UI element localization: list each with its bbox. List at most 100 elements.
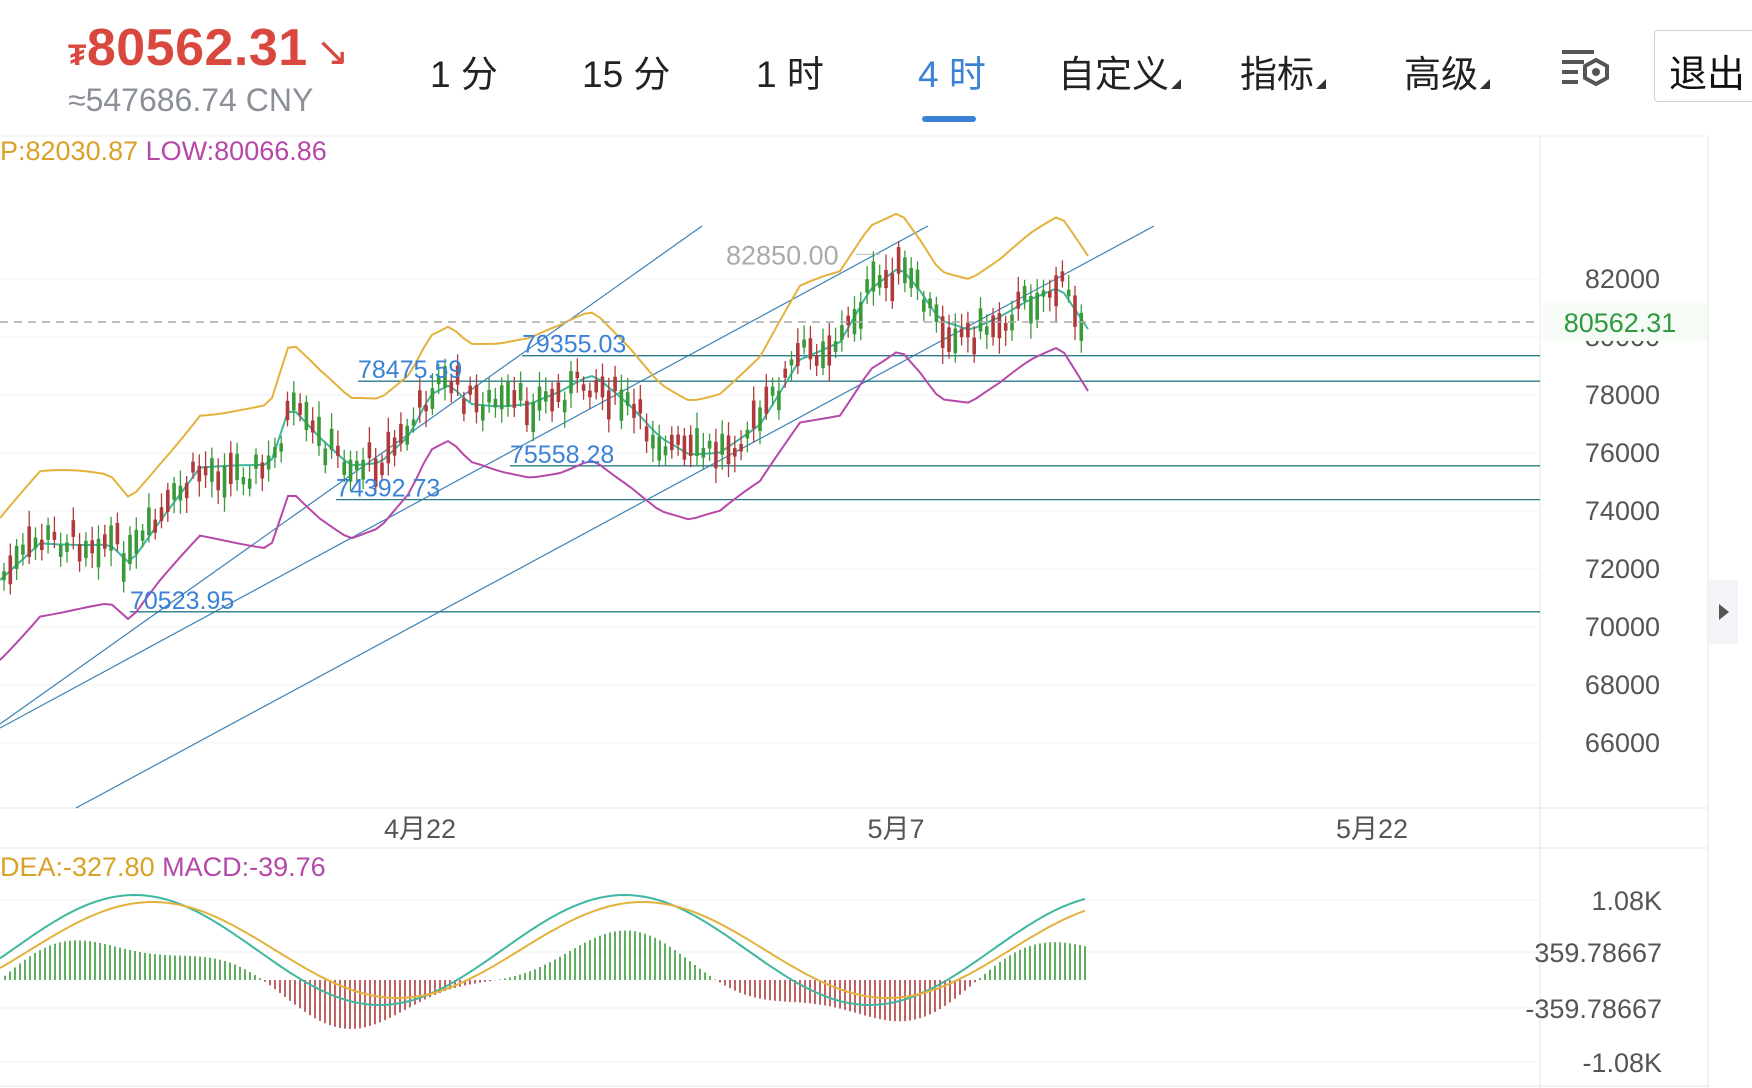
expand-panel-button[interactable] [1708, 580, 1738, 644]
ticker-header: ₮80562.31 ↘ ≈547686.74 CNY 1 分 15 分 1 时 4… [0, 0, 1752, 136]
tab-4h[interactable]: 4 时 [918, 44, 986, 98]
macd-values: DEA:-327.80 MACD:-39.76 [0, 852, 326, 882]
candle-body [953, 328, 958, 354]
last-price: ₮80562.31 ↘ [68, 19, 350, 77]
candle-body [1035, 292, 1039, 320]
candle-body [285, 400, 290, 421]
candle-body [770, 386, 775, 396]
candle-body [745, 429, 750, 439]
candle-body [884, 269, 888, 289]
candle-body [115, 522, 120, 545]
candle-body [191, 461, 195, 473]
candle-body [562, 399, 567, 413]
candle-body [33, 537, 38, 549]
price-value: 80562.31 [86, 19, 308, 77]
candle-body [140, 530, 145, 541]
y-tick-label: 82000 [1585, 264, 1660, 294]
candle-body [329, 428, 334, 451]
candle-body [670, 434, 674, 451]
tab-advanced[interactable]: 高级 [1404, 44, 1490, 98]
y-tick-label: 76000 [1585, 438, 1660, 468]
candle-body [298, 403, 302, 415]
macd-tick-label: 359.78667 [1534, 938, 1662, 968]
tab-custom[interactable]: 自定义 [1058, 44, 1181, 98]
candle-body [928, 298, 932, 309]
candle-body [827, 335, 832, 366]
candle-body [764, 386, 769, 414]
candle-body [707, 440, 712, 449]
candle-body [531, 401, 535, 433]
candle-body [985, 326, 989, 335]
dropdown-caret-icon [1316, 79, 1326, 89]
level-label: 75558.28 [510, 441, 614, 469]
candle-body [197, 465, 202, 482]
candle-body [405, 425, 409, 445]
candle-body [802, 339, 806, 348]
y-tick-label: 72000 [1585, 554, 1660, 584]
trend-down-icon: ↘ [315, 30, 350, 74]
candle-body [103, 534, 107, 549]
candle-body [216, 471, 220, 491]
candle-body [1022, 285, 1027, 302]
candle-body [14, 545, 19, 569]
chevron-right-icon [1719, 604, 1729, 620]
tab-1m[interactable]: 1 分 [430, 44, 498, 98]
exit-button[interactable]: 退出 [1654, 30, 1752, 102]
candle-body [814, 355, 819, 366]
candle-body [909, 268, 913, 289]
tab-1h[interactable]: 1 时 [756, 44, 824, 98]
candle-body [468, 385, 472, 395]
candle-body [90, 540, 94, 554]
upper-band-line [0, 212, 1089, 519]
candle-body [512, 390, 517, 408]
level-label: 74392.73 [336, 475, 440, 503]
candle-body [203, 466, 208, 476]
candle-body [544, 391, 548, 402]
candle-body [380, 462, 384, 476]
candle-body [134, 529, 139, 554]
candle-body [241, 477, 246, 485]
x-tick-label: 5月22 [1336, 814, 1408, 844]
candle-body [651, 434, 655, 449]
candle-body [462, 398, 466, 414]
candle-body [153, 519, 157, 533]
tab-indicators[interactable]: 指标 [1240, 44, 1326, 98]
candle-body [178, 485, 183, 501]
candle-body [430, 388, 435, 409]
tab-15m[interactable]: 15 分 [582, 44, 670, 98]
candle-body [1066, 289, 1071, 297]
candle-body [525, 400, 529, 426]
candle-body [796, 343, 800, 367]
candle-body [720, 433, 724, 455]
grid-lines [0, 278, 1540, 744]
chart-settings-icon[interactable] [1560, 46, 1612, 92]
candle-body [575, 371, 580, 379]
candle-body [84, 540, 88, 559]
candle-body [159, 507, 164, 521]
candle-body [109, 525, 113, 551]
candle-body [254, 454, 258, 469]
candle-body [399, 423, 403, 444]
candle-body [966, 322, 970, 338]
candle-body [342, 461, 346, 475]
candle-body [607, 390, 611, 420]
candle-body [638, 399, 643, 414]
candle-body [210, 458, 214, 482]
candle-body [751, 400, 756, 429]
candle-body [1041, 290, 1046, 297]
candle-body [518, 383, 523, 401]
candle-body [934, 304, 939, 322]
candle-body [40, 539, 44, 551]
macd-panel [0, 893, 1540, 1063]
y-tick-label: 78000 [1585, 380, 1660, 410]
dif-line [0, 893, 1086, 1007]
candle-body [247, 478, 252, 489]
candle-body [1073, 295, 1077, 327]
macd-tick-label: -1.08K [1582, 1048, 1662, 1078]
y-tick-label: 68000 [1585, 670, 1660, 700]
candle-body [273, 447, 277, 458]
candle-body [978, 308, 983, 332]
candle-body [46, 525, 50, 540]
candle-body [21, 544, 25, 555]
candle-body [235, 453, 239, 481]
